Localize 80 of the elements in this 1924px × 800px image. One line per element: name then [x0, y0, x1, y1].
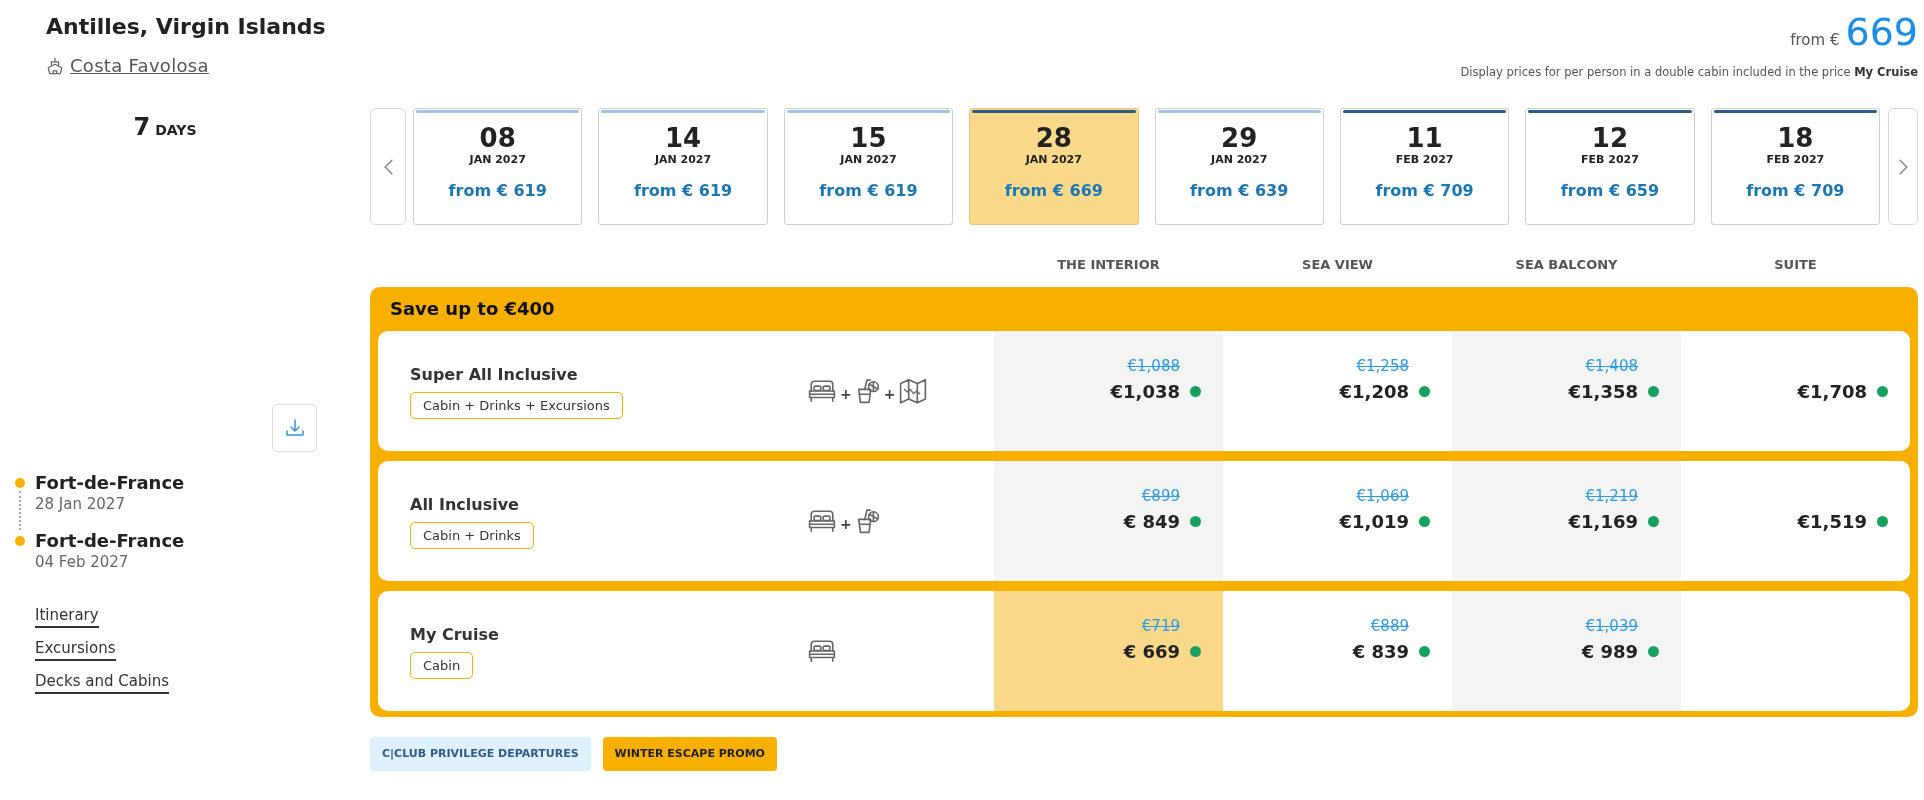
fare-name: Super All Inclusive — [410, 363, 578, 386]
bed-icon — [808, 379, 836, 403]
old-price: €889 — [1370, 617, 1409, 635]
fare-price: €1,019 — [1339, 510, 1409, 532]
section-link[interactable]: Decks and Cabins — [35, 672, 169, 694]
price-cell[interactable]: €719 € 669 — [994, 591, 1223, 711]
promo-tag: WINTER ESCAPE PROMO — [602, 737, 777, 771]
fare-price: € 849 — [1123, 510, 1180, 532]
old-price: €899 — [1141, 487, 1180, 505]
duration-number: 7 — [133, 113, 151, 141]
old-price: €1,408 — [1585, 357, 1638, 375]
port-name: Fort-de-France — [35, 530, 185, 552]
chevron-left-icon — [383, 158, 393, 175]
fare-price: € 989 — [1581, 640, 1638, 662]
column-header: SUITE — [1773, 256, 1818, 274]
fare-price: €1,169 — [1568, 510, 1638, 532]
inclusions-tag: Cabin + Drinks + Excursions — [410, 391, 623, 419]
page-title: Antilles, Virgin Islands — [46, 13, 326, 41]
drink-icon — [855, 508, 880, 534]
date-card[interactable]: 29 JAN 2027 from € 639 — [1154, 108, 1324, 225]
plus-sign: + — [840, 516, 852, 532]
port-name: Fort-de-France — [35, 472, 185, 494]
date-card[interactable]: 08 JAN 2027 from € 619 — [413, 108, 583, 225]
plus-sign: + — [840, 386, 852, 402]
ship-link[interactable]: Costa Favolosa — [70, 54, 209, 78]
bed-icon — [808, 639, 836, 663]
next-button[interactable] — [1888, 108, 1918, 225]
fare-price: €1,358 — [1568, 380, 1638, 402]
date-card[interactable]: 28 JAN 2027 from € 669 — [969, 108, 1139, 225]
port-date: 04 Feb 2027 — [35, 552, 129, 572]
inclusions-tag: Cabin + Drinks — [410, 521, 534, 549]
ship-icon — [46, 57, 64, 75]
download-icon — [284, 418, 305, 438]
port-date: 28 Jan 2027 — [35, 494, 125, 514]
price-amount: 669 — [1845, 12, 1918, 52]
fare-name: My Cruise — [410, 623, 499, 646]
chevron-right-icon — [1898, 158, 1908, 175]
route-dot-icon — [15, 536, 25, 546]
price-cell[interactable]: €1,088 €1,038 — [994, 331, 1223, 451]
column-header: THE INTERIOR — [1056, 256, 1161, 274]
duration-unit: DAYS — [155, 122, 197, 138]
route-dot-icon — [15, 478, 25, 488]
fare-price: €1,708 — [1797, 380, 1867, 402]
fare-price: € 669 — [1123, 640, 1180, 662]
map-icon — [899, 378, 928, 404]
fare-price: € 839 — [1352, 640, 1409, 662]
old-price: €719 — [1141, 617, 1180, 635]
drink-icon — [855, 378, 880, 404]
previous-button[interactable] — [370, 108, 406, 225]
section-link[interactable]: Itinerary — [35, 606, 99, 628]
old-price: €1,258 — [1356, 357, 1409, 375]
old-price: €1,088 — [1127, 357, 1180, 375]
fare-price: €1,038 — [1110, 380, 1180, 402]
date-card[interactable]: 11 FEB 2027 from € 709 — [1339, 108, 1510, 225]
deal-title: Save up to €400 — [389, 297, 556, 321]
route-connector — [19, 491, 21, 530]
column-header: SEA BALCONY — [1514, 256, 1619, 274]
old-price: €1,069 — [1356, 487, 1409, 505]
fare-name: All Inclusive — [410, 493, 519, 516]
price-prefix: from € — [1790, 31, 1840, 49]
fare-price: €1,519 — [1797, 510, 1867, 532]
bed-icon — [808, 509, 836, 533]
price-note: Display prices for per person in a double cabin included in the price My Cruise — [1460, 64, 1918, 80]
club-tag: C|CLUB PRIVILEGE DEPARTURES — [370, 737, 591, 771]
fare-price: €1,208 — [1339, 380, 1409, 402]
price-cell[interactable]: €1,408 €1,358 — [1452, 331, 1681, 451]
inclusions-tag: Cabin — [410, 651, 474, 679]
old-price: €1,219 — [1585, 487, 1638, 505]
price-cell[interactable]: €1,039 € 989 — [1452, 591, 1681, 711]
date-card[interactable]: 15 JAN 2027 from € 619 — [783, 108, 954, 225]
old-price: €1,039 — [1585, 617, 1638, 635]
price-cell[interactable]: €1,219 €1,169 — [1452, 461, 1681, 581]
date-card[interactable]: 18 FEB 2027 from € 709 — [1710, 108, 1880, 225]
date-card[interactable]: 12 FEB 2027 from € 659 — [1525, 108, 1695, 225]
download-button[interactable] — [272, 404, 317, 452]
date-card[interactable]: 14 JAN 2027 from € 619 — [598, 108, 768, 225]
price-cell[interactable]: €899 € 849 — [994, 461, 1223, 581]
plus-sign: + — [883, 386, 896, 402]
column-header: SEA VIEW — [1301, 256, 1374, 274]
section-link[interactable]: Excursions — [35, 639, 116, 661]
